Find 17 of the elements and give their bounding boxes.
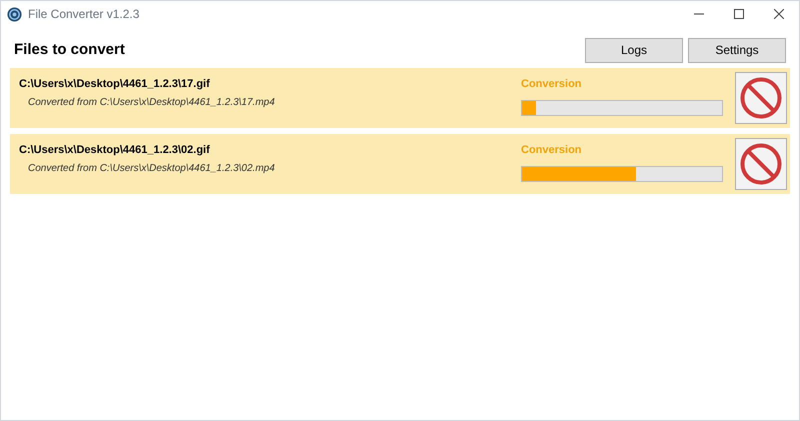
stage-label: Conversion	[521, 77, 583, 92]
output-path: C:\Users\x\Desktop\4461_1.2.3\17.gif	[19, 77, 211, 92]
prohibited-icon	[740, 143, 782, 185]
cancel-button[interactable]	[735, 138, 787, 190]
close-icon	[774, 9, 784, 19]
toolbar-button[interactable]: Settings	[688, 38, 786, 62]
source-path: Converted from C:\Users\x\Desktop\4461_1.2.3\17.mp4	[28, 96, 276, 110]
window-title: File Converter v1.2.3	[28, 6, 140, 23]
stage-label: Conversion	[521, 143, 583, 158]
page-heading: Files to convert	[14, 40, 125, 60]
app-logo-icon	[7, 6, 22, 22]
cancel-button[interactable]	[735, 72, 787, 124]
prohibited-icon	[740, 77, 782, 119]
maximize-icon	[734, 9, 744, 19]
output-path: C:\Users\x\Desktop\4461_1.2.3\02.gif	[19, 143, 211, 158]
source-path: Converted from C:\Users\x\Desktop\4461_1.2.3\02.mp4	[28, 162, 276, 176]
toolbar-button[interactable]: Logs	[585, 38, 683, 62]
